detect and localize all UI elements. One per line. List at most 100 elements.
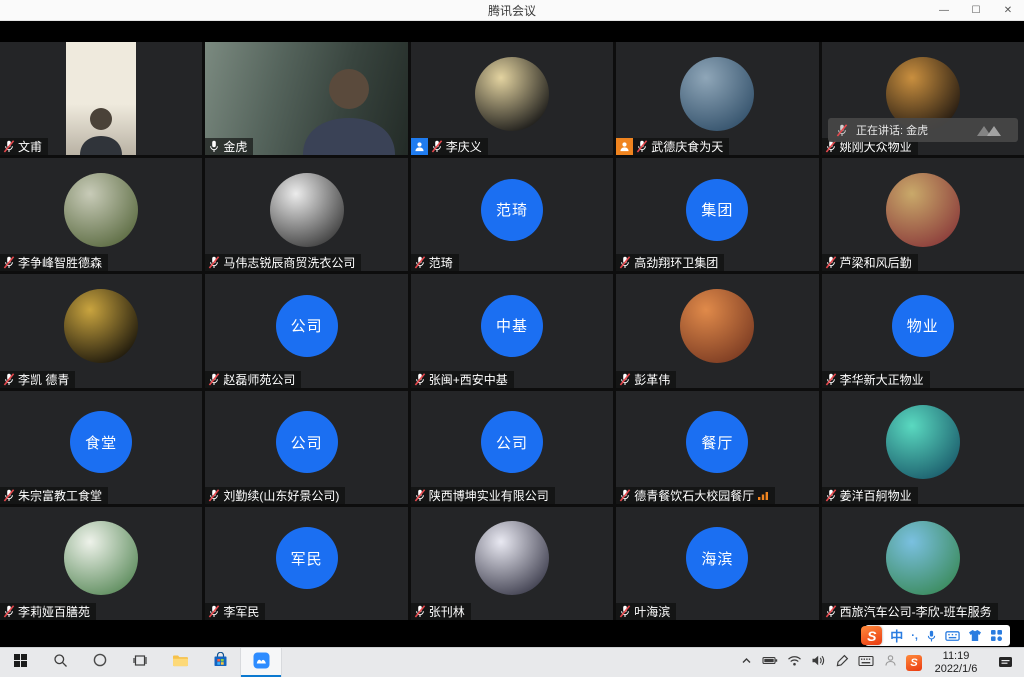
maximize-button[interactable]: ☐ [960, 0, 992, 20]
taskbar-microsoft-store-button[interactable] [200, 648, 240, 677]
participant-tile[interactable]: 马伟志锐辰商贸洗衣公司 [205, 158, 407, 271]
avatar-initials: 公司 [481, 411, 543, 473]
participant-tile[interactable]: 文甫 [0, 42, 202, 155]
participant-tile[interactable]: 李争峰智胜德森 [0, 158, 202, 271]
participant-tile[interactable]: 食堂 朱宗富教工食堂 [0, 391, 202, 504]
participant-tile[interactable]: 公司 赵磊师苑公司 [205, 274, 407, 387]
tray-pen-button[interactable] [830, 648, 854, 677]
participant-name: 西旅汽车公司-李欣-班车服务 [840, 603, 992, 620]
sogou-logo-icon[interactable]: S [861, 626, 882, 645]
participant-name-label: 刘勤续(山东好景公司) [205, 487, 345, 504]
tray-volume-button[interactable] [806, 648, 830, 677]
participant-tile[interactable]: 彭革伟 [616, 274, 818, 387]
ime-toolbox-button[interactable] [990, 629, 1003, 642]
participant-name: 刘勤续(山东好景公司) [223, 487, 339, 504]
taskbar-start-button[interactable] [0, 648, 40, 677]
ime-skin-button[interactable] [968, 629, 982, 642]
participant-name: 李华新大正物业 [840, 371, 924, 388]
participant-tile[interactable]: 金虎 [205, 42, 407, 155]
participant-tile[interactable]: 芦梁和风后勤 [822, 158, 1024, 271]
tray-sogou-ime-button[interactable]: S [902, 648, 926, 677]
participant-name: 赵磊师苑公司 [223, 371, 295, 388]
participant-tile[interactable]: 姜洋百舸物业 [822, 391, 1024, 504]
active-speaker-toast: 正在讲话: 金虎 [828, 118, 1018, 142]
participant-name-label: 李庆义 [411, 138, 488, 155]
mic-muted-icon [636, 140, 648, 153]
participant-tile[interactable]: 军民 李军民 [205, 507, 407, 620]
participant-name-label: 芦梁和风后勤 [822, 254, 918, 271]
participant-name: 文甫 [18, 138, 42, 155]
active-speaker-text: 正在讲话: 金虎 [856, 122, 928, 138]
clock-date: 2022/1/6 [935, 663, 978, 676]
participant-tile[interactable]: 餐厅 德青餐饮石大校园餐厅 [616, 391, 818, 504]
avatar-astronaut-photo [475, 521, 549, 595]
ime-punctuation-toggle[interactable]: ·, [911, 630, 918, 642]
participant-name-label: 文甫 [0, 138, 48, 155]
avatar-beach-palm-trees-photo [886, 521, 960, 595]
meeting-logo-watermark-icon [974, 122, 1010, 138]
participant-tile[interactable]: 范琦 范琦 [411, 158, 613, 271]
close-button[interactable]: ✕ [992, 0, 1024, 20]
window-title: 腾讯会议 [488, 2, 536, 19]
taskbar-task-view-button[interactable] [120, 648, 160, 677]
taskbar-clock[interactable]: 11:19 2022/1/6 [926, 648, 986, 677]
tray-hidden-icons-button[interactable] [734, 648, 758, 677]
participant-tile[interactable]: 李凯 德青 [0, 274, 202, 387]
avatar-reclining-person-photo [886, 173, 960, 247]
tray-ime-person-button[interactable] [878, 648, 902, 677]
minimize-button[interactable]: — [928, 0, 960, 20]
participant-name-label: 陕西博坤实业有限公司 [411, 487, 555, 504]
participant-name: 李凯 德青 [18, 371, 69, 388]
mic-muted-icon [3, 373, 15, 386]
battery-icon [762, 654, 778, 672]
mic-muted-icon [619, 373, 631, 386]
participant-name: 李军民 [223, 603, 259, 620]
ime-mic-button[interactable] [926, 629, 937, 643]
participant-tile[interactable]: 物业 李华新大正物业 [822, 274, 1024, 387]
mic-muted-icon [414, 373, 426, 386]
window-controls: —☐✕ [928, 0, 1024, 20]
mic-muted-icon [836, 124, 848, 137]
participant-tile[interactable]: 公司 刘勤续(山东好景公司) [205, 391, 407, 504]
participant-name: 李莉娅百膳苑 [18, 603, 90, 620]
participant-name-label: 朱宗富教工食堂 [0, 487, 108, 504]
participant-tile[interactable]: 中基 张闽+西安中基 [411, 274, 613, 387]
taskbar-cortana-button[interactable] [80, 648, 120, 677]
avatar-initials: 餐厅 [686, 411, 748, 473]
taskbar-file-explorer-button[interactable] [160, 648, 200, 677]
taskbar-tencent-meeting-button[interactable] [240, 648, 282, 677]
sogou-ime-bar: S 中 ·, [865, 625, 1010, 646]
participant-tile[interactable]: 海滨 叶海滨 [616, 507, 818, 620]
participant-tile[interactable]: 西旅汽车公司-李欣-班车服务 [822, 507, 1024, 620]
participant-name-label: 姜洋百舸物业 [822, 487, 918, 504]
touch-keyboard-icon [858, 654, 874, 672]
participant-name: 陕西博坤实业有限公司 [429, 487, 549, 504]
tray-touch-keyboard-button[interactable] [854, 648, 878, 677]
participant-name: 李庆义 [446, 138, 482, 155]
participant-tile[interactable]: 集团 高劲翔环卫集团 [616, 158, 818, 271]
ime-mode-toggle[interactable]: 中 [890, 626, 903, 645]
clock-time: 11:19 [943, 650, 970, 663]
action-center-button[interactable] [986, 648, 1024, 677]
participant-name-label: 李莉娅百膳苑 [0, 603, 96, 620]
mic-muted-icon [431, 140, 443, 153]
taskbar-app-icons [0, 648, 282, 677]
participant-tile[interactable]: 公司 陕西博坤实业有限公司 [411, 391, 613, 504]
guest-person-badge-icon [616, 138, 633, 155]
tray-network-button[interactable] [782, 648, 806, 677]
taskbar-search-button[interactable] [40, 648, 80, 677]
participant-name-label: 张闽+西安中基 [411, 371, 514, 388]
avatar-initials: 公司 [276, 411, 338, 473]
participant-tile[interactable]: 武德庆食为天 [616, 42, 818, 155]
ime-keyboard-button[interactable] [945, 630, 960, 642]
participant-name-label: 西旅汽车公司-李欣-班车服务 [822, 603, 998, 620]
avatar-black-horse-photo [270, 173, 344, 247]
participant-tile[interactable]: 李庆义 [411, 42, 613, 155]
participant-tile[interactable]: 张刊林 [411, 507, 613, 620]
participant-name-label: 彭革伟 [616, 371, 676, 388]
participant-name: 朱宗富教工食堂 [18, 487, 102, 504]
participant-tile[interactable]: 李莉娅百膳苑 [0, 507, 202, 620]
ime-person-icon [884, 654, 897, 672]
tray-battery-button[interactable] [758, 648, 782, 677]
participant-name: 金虎 [223, 138, 247, 155]
